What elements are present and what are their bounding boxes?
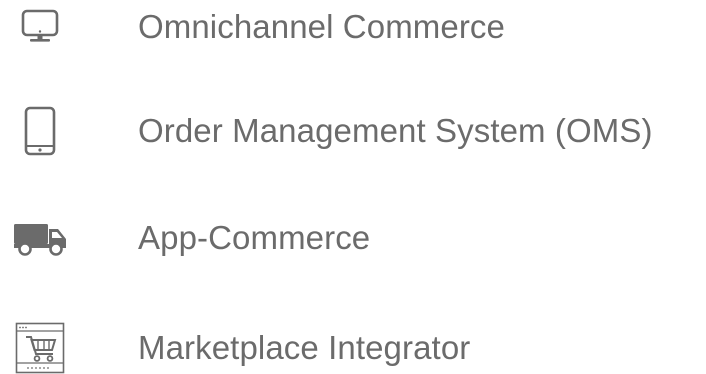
list-item-label: App-Commerce (138, 219, 371, 256)
delivery-truck-icon (0, 208, 80, 268)
list-item-order-management-system[interactable]: Order Management System (OMS) (0, 101, 706, 161)
list-item-label: Order Management System (OMS) (138, 112, 653, 149)
list-item-label: Marketplace Integrator (138, 329, 471, 366)
list-item-app-commerce[interactable]: App-Commerce (0, 208, 706, 268)
monitor-icon (0, 0, 80, 57)
list-item-marketplace-integrator[interactable]: Marketplace Integrator (0, 318, 706, 374)
tablet-icon (0, 101, 80, 161)
list-item-label: Omnichannel Commerce (138, 8, 505, 45)
shopping-cart-icon (0, 318, 80, 374)
solutions-list: Omnichannel Commerce Order Management Sy… (0, 0, 706, 374)
list-item-omnichannel-commerce[interactable]: Omnichannel Commerce (0, 0, 706, 57)
